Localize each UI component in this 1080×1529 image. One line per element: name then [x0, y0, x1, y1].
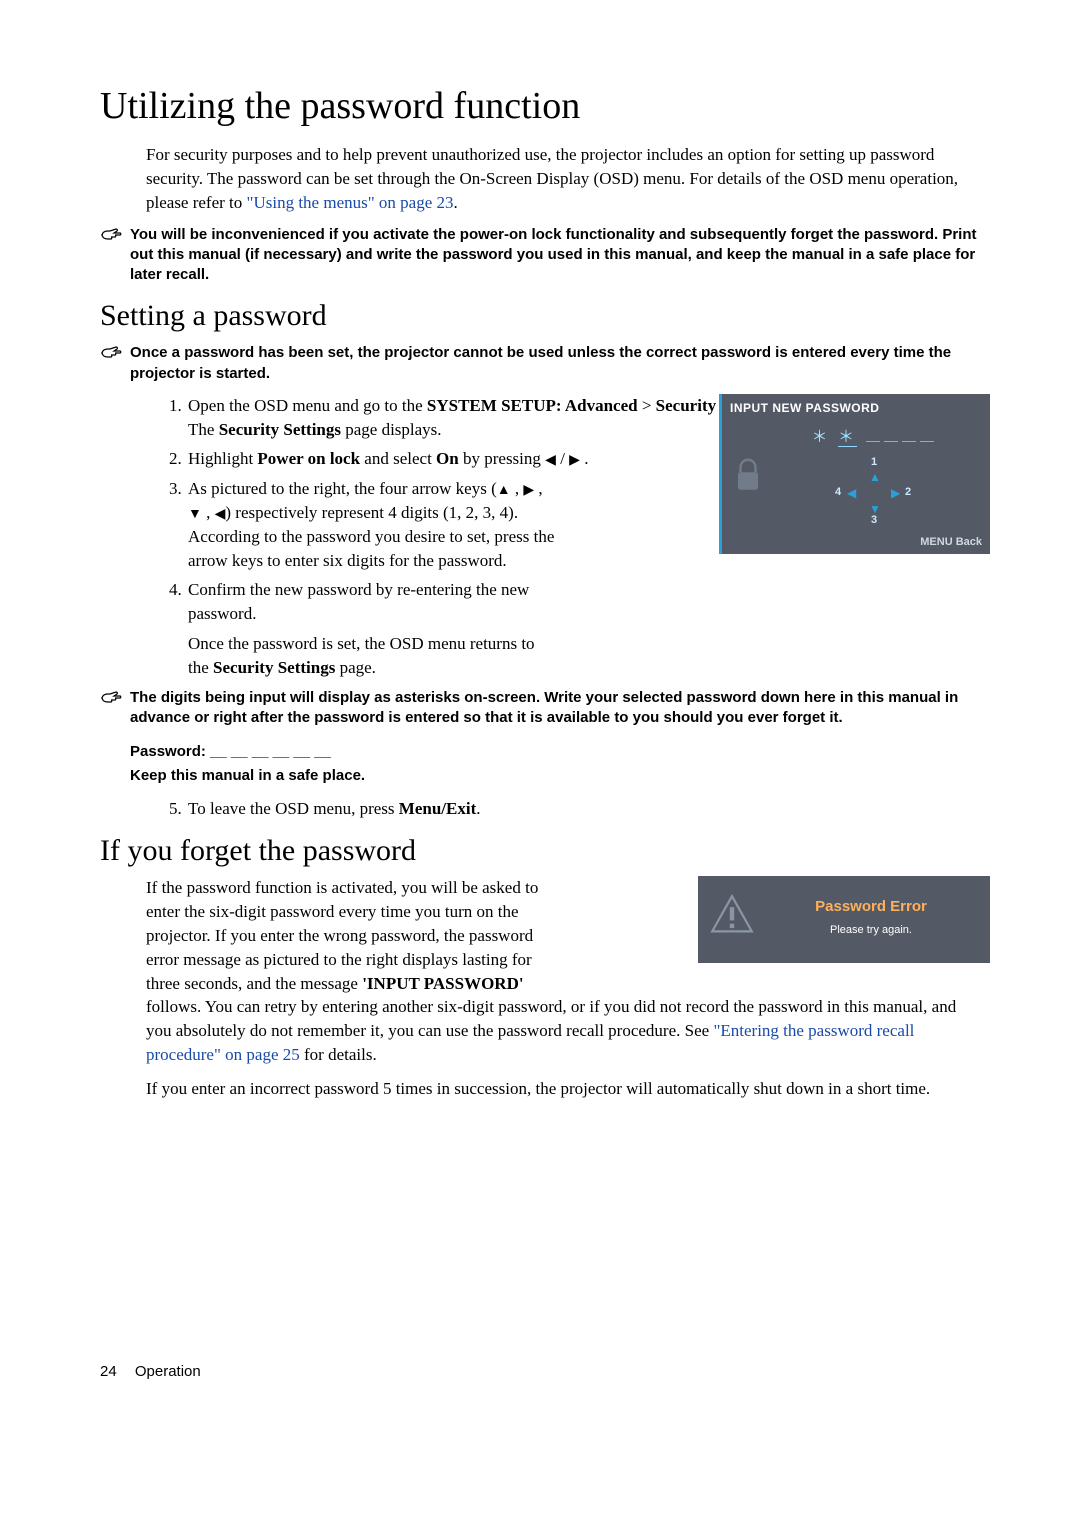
link-using-menus[interactable]: "Using the menus" on page 23: [247, 193, 454, 212]
hand-pointing-icon: [100, 227, 124, 252]
password-asterisks: ＊ ＊: [766, 427, 982, 449]
lock-icon: [730, 427, 766, 525]
left-arrow-icon: ◀: [545, 453, 556, 468]
figure-footer: MENU Back: [722, 531, 990, 554]
forget-paragraph-1b: follows. You can retry by entering anoth…: [146, 995, 980, 1066]
heading-setting-password: Setting a password: [100, 295, 980, 337]
warning-triangle-icon: [710, 894, 754, 940]
page-footer: 24 Operation: [100, 1361, 980, 1382]
right-arrow-icon: ▶: [523, 483, 534, 498]
up-arrow-icon: ▲: [869, 469, 881, 486]
figure-input-new-password: INPUT NEW PASSWORD ＊ ＊ 1 ▲ 4 ◀ ▶ 2 ▼ 3: [719, 394, 990, 555]
steps-list-continued: To leave the OSD menu, press Menu/Exit.: [146, 797, 980, 821]
left-arrow-icon: ◀: [215, 507, 226, 522]
note-warning-1: You will be inconvenienced if you activa…: [100, 225, 980, 286]
note-warning-2: Once a password has been set, the projec…: [100, 343, 980, 384]
section-name: Operation: [135, 1363, 201, 1380]
step-4: Confirm the new password by re-entering …: [186, 578, 558, 679]
note-1-text: You will be inconvenienced if you activa…: [130, 225, 980, 286]
left-arrow-icon: ◀: [847, 485, 856, 502]
error-subtitle: Please try again.: [764, 923, 978, 938]
right-arrow-icon: ▶: [891, 485, 900, 502]
step-3: As pictured to the right, the four arrow…: [186, 477, 558, 572]
forget-paragraph-2: If you enter an incorrect password 5 tim…: [146, 1077, 980, 1101]
arrow-keypad: 1 ▲ 4 ◀ ▶ 2 ▼ 3: [829, 455, 919, 525]
page-title: Utilizing the password function: [100, 80, 980, 133]
hand-pointing-icon: [100, 345, 124, 370]
note-3-text: The digits being input will display as a…: [130, 688, 980, 787]
step-5: To leave the OSD menu, press Menu/Exit.: [186, 797, 980, 821]
right-arrow-icon: ▶: [569, 453, 580, 468]
up-arrow-icon: ▲: [497, 483, 511, 498]
page-number: 24: [100, 1363, 117, 1380]
intro-paragraph: For security purposes and to help preven…: [146, 143, 980, 214]
keep-manual-text: Keep this manual in a safe place.: [130, 766, 980, 786]
heading-forget-password: If you forget the password: [100, 830, 980, 872]
forget-paragraph-1a: If the password function is activated, y…: [146, 876, 566, 995]
hand-pointing-icon: [100, 690, 124, 715]
password-blank-line: Password: __ __ __ __ __ __: [130, 742, 980, 762]
intro-after: .: [454, 193, 458, 212]
figure-title: INPUT NEW PASSWORD: [722, 394, 990, 423]
down-arrow-icon: ▼: [188, 507, 202, 522]
note-warning-3: The digits being input will display as a…: [100, 688, 980, 787]
note-2-text: Once a password has been set, the projec…: [130, 343, 980, 384]
figure-password-error: Password Error Please try again.: [698, 876, 990, 962]
error-title: Password Error: [764, 896, 978, 917]
